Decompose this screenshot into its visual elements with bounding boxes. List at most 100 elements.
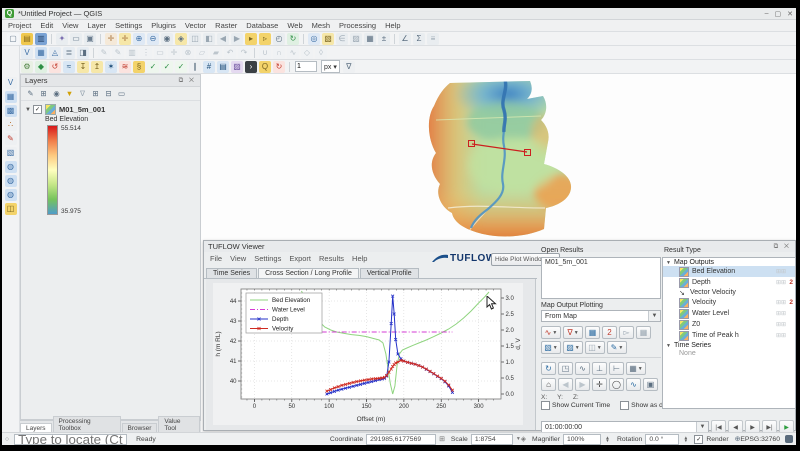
gradient-raster-icon[interactable]: ▨: [231, 61, 243, 73]
cut-features-icon[interactable]: ⊗: [182, 47, 194, 59]
add-text-layer-icon[interactable]: ✎: [5, 133, 17, 145]
curtain-plot-button[interactable]: ▦: [585, 326, 600, 339]
refresh-map-icon[interactable]: ↻: [287, 33, 299, 45]
spinner-icon[interactable]: ▲▼: [604, 436, 611, 443]
menu-view[interactable]: View: [62, 21, 78, 30]
lock-scale-icon[interactable]: ◈: [521, 435, 526, 443]
add-point-cloud-icon[interactable]: ∴: [5, 119, 17, 131]
model-designer-icon[interactable]: ◆: [35, 61, 47, 73]
menu-settings[interactable]: Settings: [115, 21, 142, 30]
zoom-next-icon[interactable]: ▶: [231, 33, 243, 45]
pan-to-selection-icon[interactable]: ✛: [119, 33, 131, 45]
plot-curve-options-button[interactable]: ∿: [626, 378, 641, 391]
maximize-icon[interactable]: ▢: [775, 10, 782, 18]
result-item-water-level[interactable]: Water Level⊞⊞: [663, 308, 795, 319]
result-item-bed-elevation[interactable]: Bed Elevation⊞⊞: [663, 266, 795, 277]
export-plot-style-button[interactable]: ✎▼: [607, 341, 627, 354]
open-layer-styling-icon[interactable]: ✎: [25, 88, 36, 99]
filter-tool-icon[interactable]: ∇: [343, 61, 355, 73]
back-view-button[interactable]: ◀: [558, 378, 573, 391]
add-db-layer-icon[interactable]: ◫: [5, 203, 17, 215]
messages-icon[interactable]: [785, 435, 793, 443]
check-files-3-icon[interactable]: ✓: [175, 61, 187, 73]
add-delimited-text-icon[interactable]: ≣: [63, 47, 75, 59]
layer-name[interactable]: M01_5m_001: [59, 105, 105, 114]
move-feature-icon[interactable]: ✛: [168, 47, 180, 59]
new-layout-icon[interactable]: ▭: [70, 33, 82, 45]
attachment-tool-icon[interactable]: ∥: [189, 61, 201, 73]
zoom-selection-icon[interactable]: ◫: [189, 33, 201, 45]
open-project-icon[interactable]: ▤: [21, 33, 33, 45]
forward-view-button[interactable]: ▶: [575, 378, 590, 391]
asc-to-asc-icon[interactable]: ✶: [105, 61, 117, 73]
save-plot-button[interactable]: ▣: [643, 378, 658, 391]
epsg-code[interactable]: EPSG:32760: [740, 436, 780, 443]
smspt-tool-icon[interactable]: #: [203, 61, 215, 73]
identify-features-icon[interactable]: ◎: [308, 33, 320, 45]
spinner-icon[interactable]: ▲▼: [682, 436, 689, 443]
axis-limits-x-button[interactable]: ⊢: [609, 362, 624, 375]
locate-input[interactable]: [14, 434, 127, 445]
mesh-render-button[interactable]: ◫▼: [585, 341, 605, 354]
collapse-all-icon[interactable]: ⊟: [103, 88, 114, 99]
legend-options-button[interactable]: ▦▼: [626, 362, 646, 375]
flux-plot-button[interactable]: ∇▼: [563, 326, 583, 339]
measure-icon[interactable]: ∠: [399, 33, 411, 45]
select-by-expression-icon[interactable]: ∈: [336, 33, 348, 45]
clear-plot-button[interactable]: ◳: [558, 362, 573, 375]
map-style-1-button[interactable]: ▧▼: [541, 341, 561, 354]
result-item-depth[interactable]: Depth⊞⊞2: [663, 277, 795, 288]
tuflow-tab-vertical-profile[interactable]: Vertical Profile: [360, 268, 419, 278]
tuflow-reload-icon[interactable]: ↺: [49, 61, 61, 73]
split-axis-button[interactable]: ∿: [575, 362, 590, 375]
add-gpx-icon[interactable]: ▧: [5, 147, 17, 159]
add-wms-icon[interactable]: ◍: [5, 161, 17, 173]
zoom-layer-icon[interactable]: ◧: [203, 33, 215, 45]
statistics-summary-icon[interactable]: Σ: [413, 33, 425, 45]
add-record-icon[interactable]: ▭: [154, 47, 166, 59]
stack-tool-icon[interactable]: ≋: [119, 61, 131, 73]
check-files-2-icon[interactable]: ✓: [161, 61, 173, 73]
panel-tab-processing-toolbox[interactable]: Processing Toolbox: [53, 416, 121, 433]
style-manager-icon[interactable]: ✦: [56, 33, 68, 45]
annotations-icon[interactable]: ≡: [427, 33, 439, 45]
add-raster-icon[interactable]: ▦: [5, 91, 17, 103]
menu-layer[interactable]: Layer: [87, 21, 106, 30]
expand-all-icon[interactable]: ⊞: [90, 88, 101, 99]
scs-tool-icon[interactable]: §: [133, 61, 145, 73]
zoom-native-icon[interactable]: ◉: [161, 33, 173, 45]
tuflow-dock-controls[interactable]: ⧉ ✕: [774, 243, 791, 251]
menu-edit[interactable]: Edit: [40, 21, 53, 30]
add-mesh-icon[interactable]: ▩: [5, 105, 17, 117]
menu-mesh[interactable]: Mesh: [312, 21, 330, 30]
panel-tab-value-tool[interactable]: Value Tool: [158, 416, 200, 433]
checkbox-show-current-time[interactable]: [541, 401, 550, 410]
result-item-time-of-peak-h[interactable]: Time of Peak h⊞⊞: [663, 330, 795, 341]
tuflow-tab-cross-section-long-profile[interactable]: Cross Section / Long Profile: [258, 268, 359, 278]
search-plugin-icon[interactable]: Q: [259, 61, 271, 73]
magnifier-value[interactable]: 100%: [563, 434, 601, 445]
secondary-axis-button[interactable]: 2: [602, 326, 617, 339]
result-item-vector-velocity[interactable]: ↘Vector Velocity: [663, 288, 795, 297]
tuflow-menu-file[interactable]: File: [210, 254, 222, 263]
tuflow-tab-time-series[interactable]: Time Series: [206, 268, 257, 278]
new-shapefile-layer-icon[interactable]: ◨: [77, 47, 89, 59]
menu-vector[interactable]: Vector: [185, 21, 206, 30]
menu-processing[interactable]: Processing: [339, 21, 376, 30]
scale-value[interactable]: 1:8754: [471, 434, 513, 445]
menu-web[interactable]: Web: [287, 21, 302, 30]
copy-features-icon[interactable]: ▱: [196, 47, 208, 59]
save-edits-icon[interactable]: ▥: [126, 47, 138, 59]
filter-by-expression-icon[interactable]: ∇: [77, 88, 88, 99]
layer-row[interactable]: ▼ ✓ M01_5m_001: [25, 104, 200, 115]
field-calculator-icon[interactable]: ±: [378, 33, 390, 45]
tree-group-map-outputs[interactable]: ▼Map Outputs: [663, 258, 795, 266]
show-bookmarks-icon[interactable]: ▹: [259, 33, 271, 45]
snapping-toolbar-icon[interactable]: ∪: [259, 47, 271, 59]
minimize-icon[interactable]: –: [765, 10, 769, 18]
deselect-features-icon[interactable]: ▨: [350, 33, 362, 45]
select-features-icon[interactable]: ▧: [322, 33, 334, 45]
add-group-icon[interactable]: ⊞: [38, 88, 49, 99]
toggle-editing-icon[interactable]: ✎: [112, 47, 124, 59]
temporal-controller-icon[interactable]: ◴: [273, 33, 285, 45]
